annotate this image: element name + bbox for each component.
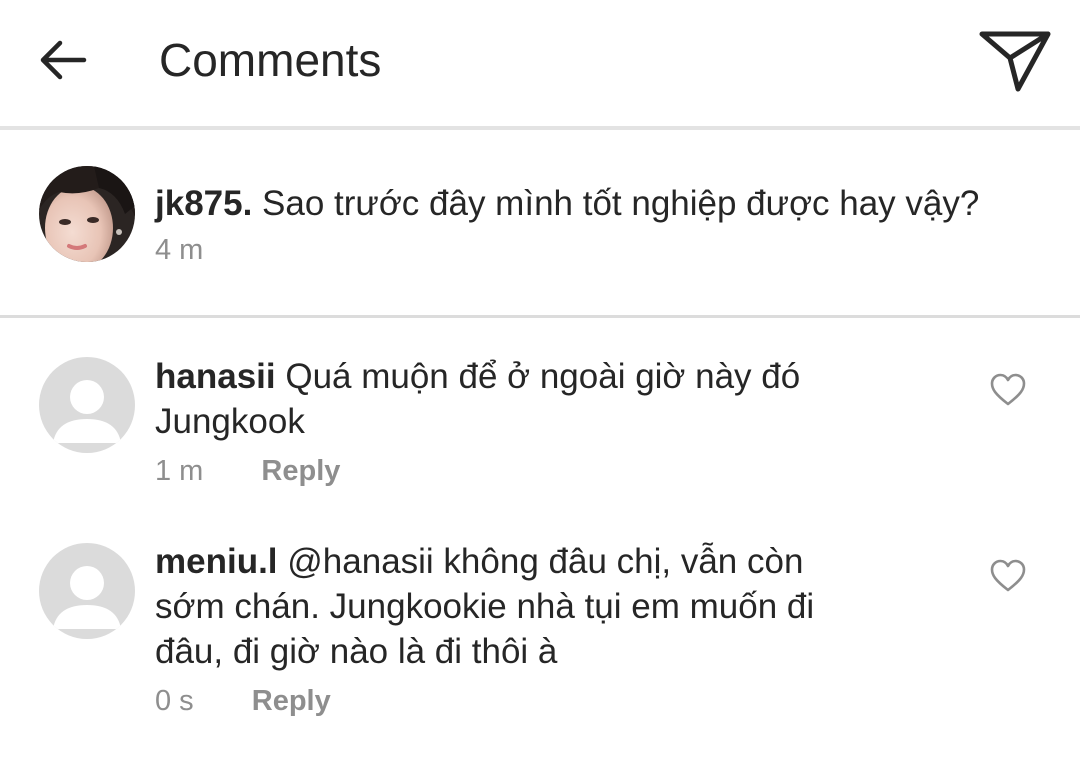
app-header: Comments bbox=[0, 0, 1080, 126]
header-divider bbox=[0, 126, 1080, 130]
heart-icon bbox=[990, 559, 1026, 592]
comment-username[interactable]: hanasii bbox=[155, 357, 276, 396]
back-button[interactable] bbox=[36, 34, 88, 86]
default-avatar-icon bbox=[53, 566, 121, 629]
comment-username[interactable]: meniu.l bbox=[155, 542, 278, 581]
comment-meta: 1 m Reply bbox=[155, 454, 340, 488]
share-button[interactable] bbox=[978, 28, 1052, 94]
paper-plane-icon bbox=[979, 31, 1051, 92]
comment-meta: 0 s Reply bbox=[155, 684, 331, 718]
default-avatar-icon bbox=[53, 380, 121, 443]
comment-body-line: @hanasii không đâu chị, vẫn còn bbox=[287, 542, 804, 581]
avatar[interactable] bbox=[39, 543, 135, 639]
like-button[interactable] bbox=[990, 559, 1026, 593]
comment-text: meniu.l @hanasii không đâu chị, vẫn còn … bbox=[155, 539, 814, 674]
comment-body-line: đâu, đi giờ nào là đi thôi à bbox=[155, 632, 558, 671]
comment-body-line: Jungkook bbox=[155, 402, 305, 441]
avatar[interactable] bbox=[39, 357, 135, 453]
comment-timestamp: 1 m bbox=[155, 455, 204, 487]
page-title: Comments bbox=[159, 34, 382, 86]
caption-username[interactable]: jk875. bbox=[155, 184, 252, 223]
heart-icon bbox=[990, 373, 1026, 406]
arrow-left-icon bbox=[40, 40, 87, 80]
reply-button[interactable]: Reply bbox=[261, 455, 340, 487]
comment-timestamp: 0 s bbox=[155, 685, 194, 717]
comment-body-line: Quá muộn để ở ngoài giờ này đó bbox=[285, 357, 801, 396]
like-button[interactable] bbox=[990, 373, 1026, 407]
reply-button[interactable]: Reply bbox=[252, 685, 331, 717]
profile-photo bbox=[39, 166, 135, 262]
caption-timestamp: 4 m bbox=[155, 234, 204, 266]
caption-text: jk875. Sao trước đây mình tốt nghiệp đượ… bbox=[155, 181, 979, 226]
comment-body-line: sớm chán. Jungkookie nhà tụi em muốn đi bbox=[155, 587, 815, 626]
caption-body: Sao trước đây mình tốt nghiệp được hay v… bbox=[262, 184, 980, 223]
caption-divider bbox=[0, 315, 1080, 318]
comment-text: hanasii Quá muộn để ở ngoài giờ này đó J… bbox=[155, 354, 800, 444]
avatar[interactable] bbox=[39, 166, 135, 262]
